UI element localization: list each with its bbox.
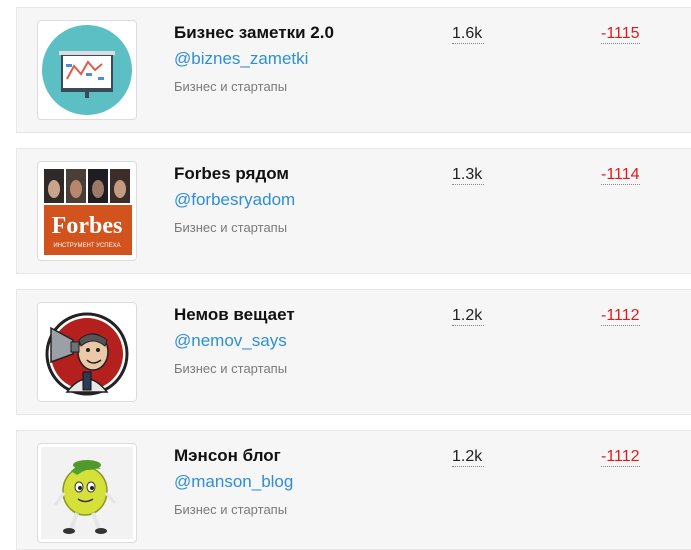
channel-handle-link[interactable]: @nemov_says	[174, 331, 287, 351]
channel-avatar[interactable]: Forbes ИНСТРУМЕНТ УСПЕХА	[37, 161, 137, 261]
presentation-board-icon	[41, 24, 133, 116]
channel-title[interactable]: Бизнес заметки 2.0	[174, 23, 334, 43]
channel-avatar[interactable]	[37, 443, 137, 543]
subscriber-change[interactable]: -1112	[601, 306, 640, 326]
channel-avatar[interactable]	[37, 20, 137, 120]
channel-category: Бизнес и стартапы	[174, 220, 288, 235]
channel-avatar[interactable]	[37, 302, 137, 402]
channel-list: Бизнес заметки 2.0 @biznes_zametki Бизне…	[0, 0, 691, 550]
channel-category: Бизнес и стартапы	[174, 502, 288, 517]
channel-card: Мэнсон блог @manson_blog Бизнес и старта…	[16, 430, 691, 550]
subscriber-change[interactable]: -1115	[601, 24, 640, 44]
channel-category: Бизнес и стартапы	[174, 361, 288, 376]
channel-handle-link[interactable]: @manson_blog	[174, 472, 293, 492]
forbes-logo-text: Forbes	[52, 213, 123, 239]
channel-title[interactable]: Немов вещает	[174, 305, 295, 325]
lemon-character-icon	[41, 447, 133, 539]
subscriber-count[interactable]: 1.2k	[452, 447, 485, 467]
channel-title[interactable]: Forbes рядом	[174, 164, 289, 184]
channel-handle-link[interactable]: @forbesryadom	[174, 190, 295, 210]
channel-category: Бизнес и стартапы	[174, 79, 288, 94]
megaphone-man-icon	[41, 306, 133, 398]
subscriber-change[interactable]: -1114	[601, 165, 640, 185]
channel-card: Немов вещает @nemov_says Бизнес и старта…	[16, 289, 691, 415]
subscriber-count[interactable]: 1.6k	[452, 24, 485, 44]
channel-card: Forbes ИНСТРУМЕНТ УСПЕХА Forbes рядом @f…	[16, 148, 691, 274]
subscriber-change[interactable]: -1112	[601, 447, 640, 467]
subscriber-count[interactable]: 1.2k	[452, 306, 485, 326]
channel-handle-link[interactable]: @biznes_zametki	[174, 49, 308, 69]
channel-title[interactable]: Мэнсон блог	[174, 446, 281, 466]
forbes-tagline: ИНСТРУМЕНТ УСПЕХА	[53, 243, 120, 249]
channel-card: Бизнес заметки 2.0 @biznes_zametki Бизне…	[16, 7, 691, 133]
subscriber-count[interactable]: 1.3k	[452, 165, 485, 185]
forbes-logo-icon: Forbes ИНСТРУМЕНТ УСПЕХА	[41, 165, 133, 257]
